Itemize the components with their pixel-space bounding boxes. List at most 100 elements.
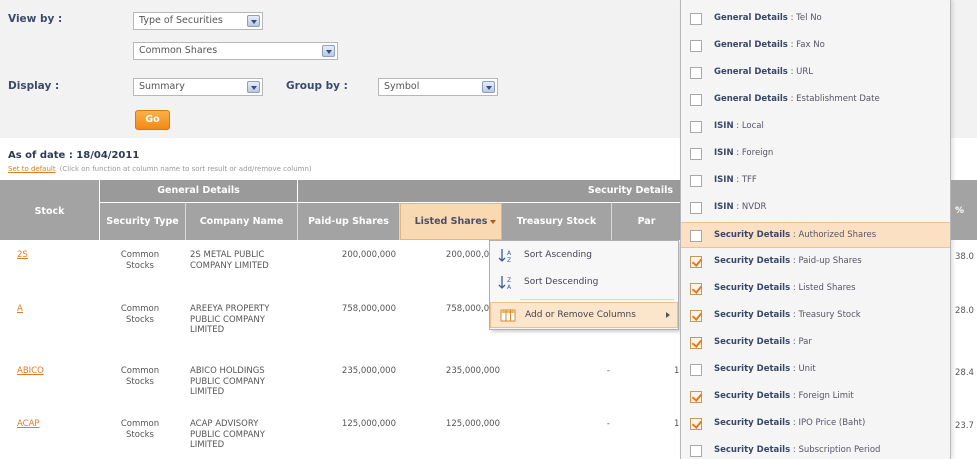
column-field-label: Paid-up Shares — [798, 256, 862, 266]
column-option[interactable]: General Details : Fax No — [681, 33, 950, 59]
sort-descending-item[interactable]: Z A Sort Descending — [490, 270, 678, 296]
column-option[interactable]: ISIN : TFF — [681, 168, 950, 194]
as-of-date: As of date : 18/04/2011 — [8, 150, 140, 161]
display-value: Summary — [139, 81, 185, 92]
svg-text:Z: Z — [507, 257, 511, 264]
column-option[interactable]: Security Details : Subscription Period — [681, 438, 950, 459]
column-checkbox[interactable] — [690, 13, 702, 25]
col-header-company-name[interactable]: Company Name — [186, 203, 298, 240]
sort-ascending-item[interactable]: A Z Sort Ascending — [490, 243, 678, 269]
column-group-label: ISIN — [714, 202, 734, 212]
stock-link[interactable]: A — [17, 304, 23, 315]
paid-up-cell: 235,000,000 — [341, 366, 396, 376]
separator: : — [787, 67, 797, 77]
listed-cell: 235,000,000 — [445, 366, 500, 376]
column-checkbox[interactable] — [690, 175, 702, 187]
menu-divider — [520, 299, 674, 300]
add-remove-columns-item[interactable]: Add or Remove Columns — [490, 302, 678, 328]
treasury-cell: - — [606, 366, 610, 376]
group-by-select[interactable]: Symbol — [378, 78, 498, 96]
column-option[interactable]: General Details : Establishment Date — [681, 87, 950, 113]
col-header-listed-shares[interactable]: Listed Shares — [400, 203, 502, 240]
column-menu-arrow-icon[interactable] — [490, 220, 496, 224]
stock-link[interactable]: 2S — [17, 250, 28, 261]
column-checkbox[interactable] — [690, 364, 702, 376]
chevron-down-icon[interactable] — [322, 45, 335, 57]
column-group-label: General Details — [714, 67, 788, 77]
column-option[interactable]: Security Details : Foreign Limit — [681, 384, 950, 410]
sort-ascending-icon: A Z — [498, 249, 512, 264]
column-field-label: Fax No — [796, 40, 825, 50]
separator: : — [733, 148, 742, 158]
column-checkbox[interactable] — [690, 310, 702, 322]
column-checkbox[interactable] — [690, 391, 702, 403]
column-group-label: Security Details — [714, 337, 791, 347]
column-option[interactable]: Security Details : Listed Shares — [681, 276, 950, 302]
paid-up-cell: 200,000,000 — [341, 250, 396, 260]
column-group-label: Security Details — [714, 418, 791, 428]
column-field-label: Listed Shares — [798, 283, 856, 293]
column-checkbox[interactable] — [690, 202, 702, 214]
column-option[interactable]: ISIN : NVDR — [681, 195, 950, 221]
column-option[interactable]: Security Details : Par — [681, 330, 950, 356]
stock-link[interactable]: ABICO — [17, 366, 44, 377]
col-header-par[interactable]: Par — [612, 203, 682, 240]
column-group-label: Security Details — [714, 230, 791, 240]
column-group-label: Security Details — [714, 283, 791, 293]
svg-text:A: A — [507, 284, 512, 291]
stock-link[interactable]: ACAP — [17, 419, 40, 430]
set-default-line: Set to default (Click on function at colu… — [8, 165, 312, 173]
group-by-value: Symbol — [384, 81, 420, 92]
add-remove-columns-label: Add or Remove Columns — [525, 310, 636, 320]
column-option[interactable]: Security Details : Unit — [681, 357, 950, 383]
column-group-label: General Details — [714, 13, 788, 23]
column-checkbox[interactable] — [690, 40, 702, 52]
view-by-label: View by : — [8, 13, 63, 25]
security-type-select[interactable]: Common Shares — [133, 42, 338, 60]
col-header-paid-up-shares[interactable]: Paid-up Shares — [298, 203, 400, 240]
column-option[interactable]: Security Details : Treasury Stock — [681, 303, 950, 329]
paid-up-cell: 758,000,000 — [341, 304, 396, 314]
column-checkbox[interactable] — [690, 121, 702, 133]
group-by-label: Group by : — [286, 80, 348, 92]
column-field-label: Establishment Date — [796, 94, 880, 104]
column-option[interactable]: Security Details : IPO Price (Baht) — [681, 411, 950, 437]
column-checkbox[interactable] — [690, 148, 702, 160]
sort-descending-label: Sort Descending — [524, 277, 599, 287]
col-header-treasury-stock[interactable]: Treasury Stock — [502, 203, 612, 240]
column-checkbox[interactable] — [690, 445, 702, 457]
column-option[interactable]: Security Details : Paid-up Shares — [681, 249, 950, 275]
column-checkbox[interactable] — [690, 230, 702, 242]
column-group-label: General Details — [714, 94, 788, 104]
chevron-down-icon[interactable] — [247, 15, 260, 27]
separator: : — [787, 13, 797, 23]
display-label: Display : — [8, 80, 60, 92]
column-option[interactable]: ISIN : Local — [681, 114, 950, 140]
column-checkbox[interactable] — [690, 337, 702, 349]
column-option[interactable]: General Details : Tel No — [681, 6, 950, 32]
column-checkbox[interactable] — [690, 283, 702, 295]
column-field-label: TFF — [741, 175, 757, 185]
col-header-security-type[interactable]: Security Type — [100, 203, 186, 240]
column-checkbox[interactable] — [690, 67, 702, 79]
column-group-label: ISIN — [714, 121, 734, 131]
display-select[interactable]: Summary — [133, 78, 263, 96]
view-by-select[interactable]: Type of Securities — [133, 12, 263, 30]
set-default-link[interactable]: Set to default — [8, 165, 56, 173]
column-checkbox[interactable] — [690, 94, 702, 106]
column-checkbox[interactable] — [690, 418, 702, 430]
column-option[interactable]: Security Details : Authorized Shares — [681, 222, 950, 248]
column-checkbox[interactable] — [690, 256, 702, 268]
col-header-stock[interactable]: Stock — [0, 180, 99, 240]
column-option[interactable]: General Details : URL — [681, 60, 950, 86]
security-type-cell: Common Stocks — [120, 304, 160, 325]
column-field-label: URL — [796, 67, 814, 77]
group-header-general: General Details — [100, 180, 297, 202]
chevron-down-icon[interactable] — [247, 81, 260, 93]
columns-icon — [500, 309, 516, 322]
column-group-label: Security Details — [714, 391, 791, 401]
security-type-cell: Common Stocks — [120, 250, 160, 271]
go-button[interactable]: Go — [135, 110, 170, 130]
column-option[interactable]: ISIN : Foreign — [681, 141, 950, 167]
chevron-down-icon[interactable] — [482, 81, 495, 93]
